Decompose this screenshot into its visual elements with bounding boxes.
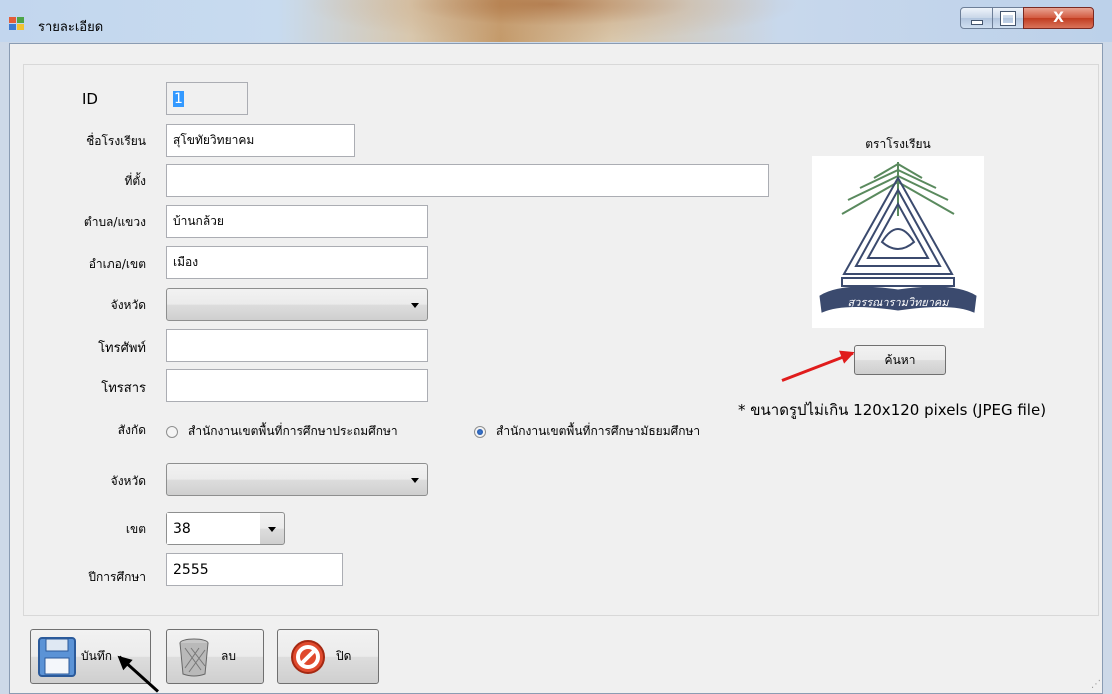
close-label: ปิด	[336, 649, 352, 663]
maximize-button[interactable]	[992, 7, 1024, 29]
area-province-label: จังหวัด	[110, 474, 146, 488]
radio-button	[166, 425, 178, 438]
academic-year-label: ปีการศึกษา	[88, 570, 146, 584]
minimize-icon	[970, 19, 983, 25]
province-select[interactable]	[166, 288, 428, 321]
phone-input[interactable]	[166, 329, 428, 362]
browse-image-button[interactable]: ค้นหา	[854, 345, 946, 375]
trash-bin-icon	[179, 638, 209, 676]
id-value: 1	[173, 90, 184, 107]
chevron-down-icon	[268, 527, 276, 532]
academic-year-input[interactable]: 2555	[166, 553, 343, 586]
logo-banner-text: สุวรรณารามวิทยาคม	[847, 296, 949, 309]
area-label: เขต	[125, 522, 146, 536]
fax-input[interactable]	[166, 369, 428, 402]
radio-label: สำนักงานเขตพื้นที่การศึกษามัธยมศึกษา	[496, 424, 701, 438]
school-emblem-icon: สุวรรณารามวิทยาคม	[819, 162, 977, 313]
radio-secondary-education[interactable]: สำนักงานเขตพื้นที่การศึกษามัธยมศึกษา	[474, 422, 700, 441]
window-title: รายละเอียด	[38, 20, 104, 35]
close-button[interactable]: ปิด	[277, 629, 379, 684]
area-select[interactable]: 38	[166, 512, 285, 545]
title-bar[interactable]: รายละเอียด X	[0, 0, 1112, 42]
school-logo-image: สุวรรณารามวิทยาคม	[812, 156, 984, 328]
logo-title: ตราโรงเรียน	[865, 137, 931, 151]
id-label: ID	[82, 90, 98, 108]
radio-primary-education[interactable]: สำนักงานเขตพื้นที่การศึกษาประถมศึกษา	[166, 422, 398, 441]
area-province-select[interactable]	[166, 463, 428, 496]
close-icon: X	[1053, 10, 1064, 26]
location-input[interactable]	[166, 164, 769, 197]
cancel-icon	[291, 639, 325, 674]
fax-label: โทรสาร	[101, 381, 146, 396]
minimize-button[interactable]	[960, 7, 993, 29]
district-input[interactable]: เมือง	[166, 246, 428, 279]
school-name-label: ชื่อโรงเรียน	[86, 134, 146, 148]
id-field[interactable]: 1	[166, 82, 248, 115]
radio-button-selected	[474, 425, 486, 438]
close-window-button[interactable]: X	[1023, 7, 1094, 29]
application-window: รายละเอียด X ID 1 ชื่อโรงเรียน สุโขทัยวิ…	[0, 0, 1112, 694]
location-label: ที่ตั้ง	[124, 174, 146, 188]
subdistrict-input[interactable]: บ้านกล้วย	[166, 205, 428, 238]
delete-label: ลบ	[221, 649, 236, 663]
delete-button[interactable]: ลบ	[166, 629, 264, 684]
chevron-down-icon	[411, 478, 419, 483]
app-icon	[9, 17, 25, 31]
subdistrict-label: ตำบล/แขวง	[83, 215, 146, 229]
phone-label: โทรศัพท์	[98, 341, 146, 356]
affiliation-label: สังกัด	[117, 423, 146, 437]
radio-label: สำนักงานเขตพื้นที่การศึกษาประถมศึกษา	[188, 424, 398, 438]
chevron-down-icon	[411, 303, 419, 308]
area-value: 38	[167, 513, 260, 544]
resize-grip-icon[interactable]: ⋰	[1091, 679, 1101, 690]
school-name-input[interactable]: สุโขทัยวิทยาคม	[166, 124, 355, 157]
image-size-note: * ขนาดรูปไม่เกิน 120x120 pixels (JPEG fi…	[738, 401, 1047, 419]
floppy-disk-icon	[38, 636, 76, 677]
district-label: อำเภอ/เขต	[88, 257, 146, 271]
maximize-icon	[1000, 10, 1016, 26]
save-button[interactable]: บันทึก	[30, 629, 151, 684]
province-label: จังหวัด	[110, 298, 146, 312]
save-label: บันทึก	[81, 649, 112, 663]
